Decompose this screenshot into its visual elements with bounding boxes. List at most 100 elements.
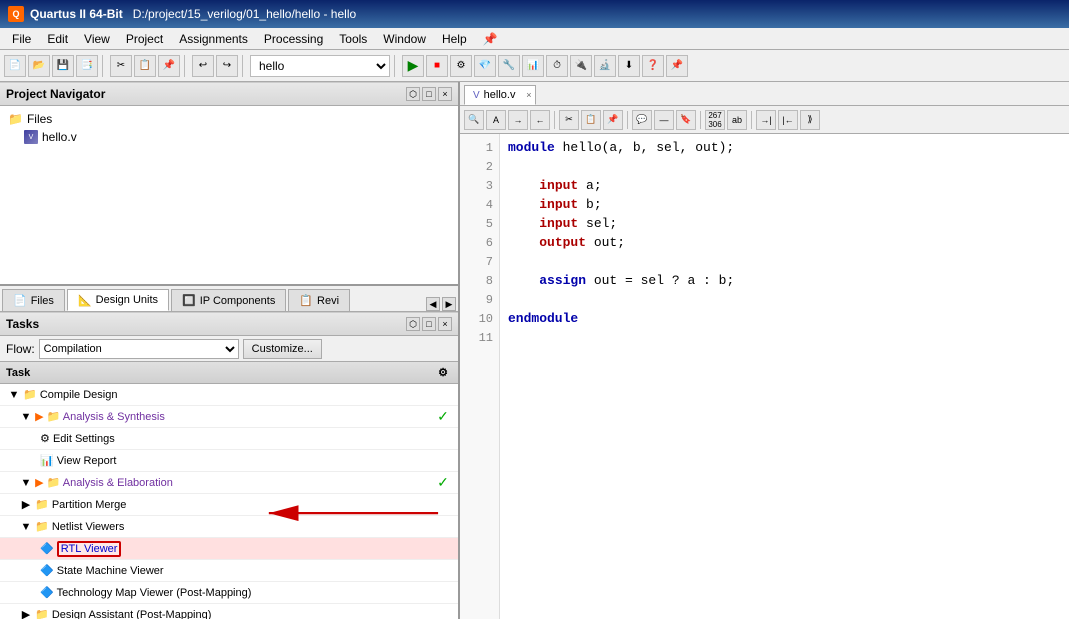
task-row-compile-design[interactable]: ▼ 📁 Compile Design	[0, 384, 458, 406]
tab-ip-components[interactable]: 🔲 IP Components	[171, 289, 286, 311]
rtl-status	[428, 547, 458, 551]
line-num-4: 4	[460, 195, 493, 214]
nv-label: Netlist Viewers	[52, 521, 125, 533]
project-select[interactable]: hello	[250, 55, 390, 77]
maximize-panel-button[interactable]: □	[422, 87, 436, 101]
download-button[interactable]: ⬇	[618, 55, 640, 77]
float-button[interactable]: ⬡	[406, 87, 420, 101]
editor-sep-4	[751, 111, 752, 129]
program-button[interactable]: 💎	[474, 55, 496, 77]
save-all-button[interactable]: 📑	[76, 55, 98, 77]
open-button[interactable]: 📂	[28, 55, 50, 77]
menu-processing[interactable]: Processing	[256, 30, 331, 48]
app-icon: Q	[8, 6, 24, 22]
undo-button[interactable]: ↩	[192, 55, 214, 77]
task-row-partition-merge[interactable]: ▶ 📁 Partition Merge	[0, 494, 458, 516]
stop-button[interactable]: ■	[426, 55, 448, 77]
paste-button[interactable]: 📌	[158, 55, 180, 77]
tab-revi[interactable]: 📋 Revi	[288, 289, 350, 311]
save-button[interactable]: 💾	[52, 55, 74, 77]
verilog-file-icon: V	[24, 130, 38, 144]
menu-file[interactable]: File	[4, 30, 39, 48]
tasks-close-button[interactable]: ×	[438, 317, 452, 331]
task-row-design-assistant[interactable]: ▶ 📁 Design Assistant (Post-Mapping)	[0, 604, 458, 619]
menu-assignments[interactable]: Assignments	[171, 30, 256, 48]
editor-comment-button[interactable]: 💬	[632, 110, 652, 130]
task-row-view-report[interactable]: 📊 View Report	[0, 450, 458, 472]
title-bar: Q Quartus II 64-Bit D:/project/15_verilo…	[0, 0, 1069, 28]
code-content[interactable]: module hello(a, b, sel, out); input a; i…	[500, 134, 1069, 619]
editor-back-button[interactable]: |←	[778, 110, 798, 130]
task-row-netlist-viewers[interactable]: ▼ 📁 Netlist Viewers	[0, 516, 458, 538]
flow-label: Flow:	[6, 342, 35, 356]
file-tree: 📁 Files V hello.v	[0, 106, 458, 150]
tasks-header: Tasks ⬡ □ ×	[0, 312, 458, 336]
editor-fwd-button[interactable]: ⟫	[800, 110, 820, 130]
timing-button[interactable]: ⏱	[546, 55, 568, 77]
line-num-7: 7	[460, 252, 493, 271]
tab-files-icon: 📄	[13, 294, 27, 307]
settings-status	[428, 437, 458, 441]
editor-paste-code-button[interactable]: 📌	[603, 110, 623, 130]
editor-outdent-button[interactable]: ←	[530, 110, 550, 130]
as-play-icon: ▶	[35, 411, 43, 423]
task-row-tech-map[interactable]: 🔷 Technology Map Viewer (Post-Mapping)	[0, 582, 458, 604]
expand-as[interactable]: ▼	[20, 411, 32, 423]
editor-uncomment-button[interactable]: —	[654, 110, 674, 130]
menu-tools[interactable]: Tools	[331, 30, 375, 48]
task-row-edit-settings[interactable]: ⚙ Edit Settings	[0, 428, 458, 450]
editor-find-button[interactable]: 🔍	[464, 110, 484, 130]
editor-word-wrap-button[interactable]: ab	[727, 110, 747, 130]
tasks-float-button[interactable]: ⬡	[406, 317, 420, 331]
task-row-rtl-viewer[interactable]: 🔷 RTL Viewer	[0, 538, 458, 560]
analysis-button[interactable]: ⚙	[450, 55, 472, 77]
editor-cut-code-button[interactable]: ✂	[559, 110, 579, 130]
help-button[interactable]: ❓	[642, 55, 664, 77]
customize-button[interactable]: Customize...	[243, 339, 322, 359]
editor-format-button[interactable]: A	[486, 110, 506, 130]
editor-goto-button[interactable]: →|	[756, 110, 776, 130]
extra-button[interactable]: 📌	[666, 55, 688, 77]
code-line-8: assign out = sel ? a : b;	[508, 271, 1061, 290]
sim-button[interactable]: 🔬	[594, 55, 616, 77]
task-row-analysis-elaboration[interactable]: ▼ ▶ 📁 Analysis & Elaboration ✓	[0, 472, 458, 494]
editor-tab-hello[interactable]: V hello.v ×	[464, 85, 536, 105]
editor-copy-code-button[interactable]: 📋	[581, 110, 601, 130]
menu-window[interactable]: Window	[375, 30, 434, 48]
editor-tab-close[interactable]: ×	[526, 90, 531, 100]
tab-files[interactable]: 📄 Files	[2, 289, 65, 311]
power-button[interactable]: 🔌	[570, 55, 592, 77]
expand-ae[interactable]: ▼	[20, 477, 32, 489]
menu-view[interactable]: View	[76, 30, 118, 48]
keyword-endmodule: endmodule	[508, 311, 578, 326]
start-compilation-button[interactable]: ▶	[402, 55, 424, 77]
tab-prev-button[interactable]: ◀	[426, 297, 440, 311]
tab-design-units[interactable]: 📐 Design Units	[67, 289, 169, 311]
chip-planner-button[interactable]: 🔧	[498, 55, 520, 77]
fitter-button[interactable]: 📊	[522, 55, 544, 77]
expand-nv[interactable]: ▼	[20, 521, 32, 533]
files-folder[interactable]: 📁 Files	[4, 110, 454, 128]
menu-extra[interactable]: 📌	[483, 32, 498, 46]
redo-button[interactable]: ↪	[216, 55, 238, 77]
expand-da[interactable]: ▶	[20, 609, 32, 619]
new-button[interactable]: 📄	[4, 55, 26, 77]
expand-pm[interactable]: ▶	[20, 499, 32, 511]
menu-project[interactable]: Project	[118, 30, 171, 48]
cut-button[interactable]: ✂	[110, 55, 132, 77]
expand-compile[interactable]: ▼	[8, 389, 20, 401]
task-row-state-machine[interactable]: 🔷 State Machine Viewer	[0, 560, 458, 582]
hello-v-file[interactable]: V hello.v	[4, 128, 454, 146]
separator-4	[394, 55, 398, 77]
flow-select[interactable]: Compilation	[39, 339, 239, 359]
task-row-analysis-synthesis[interactable]: ▼ ▶ 📁 Analysis & Synthesis ✓	[0, 406, 458, 428]
close-panel-button[interactable]: ×	[438, 87, 452, 101]
menu-help[interactable]: Help	[434, 30, 475, 48]
menu-edit[interactable]: Edit	[39, 30, 76, 48]
editor-bookmark-button[interactable]: 🔖	[676, 110, 696, 130]
editor-linenum-button[interactable]: 267306	[705, 110, 725, 130]
copy-button[interactable]: 📋	[134, 55, 156, 77]
editor-indent-button[interactable]: →	[508, 110, 528, 130]
tab-next-button[interactable]: ▶	[442, 297, 456, 311]
tasks-maximize-button[interactable]: □	[422, 317, 436, 331]
